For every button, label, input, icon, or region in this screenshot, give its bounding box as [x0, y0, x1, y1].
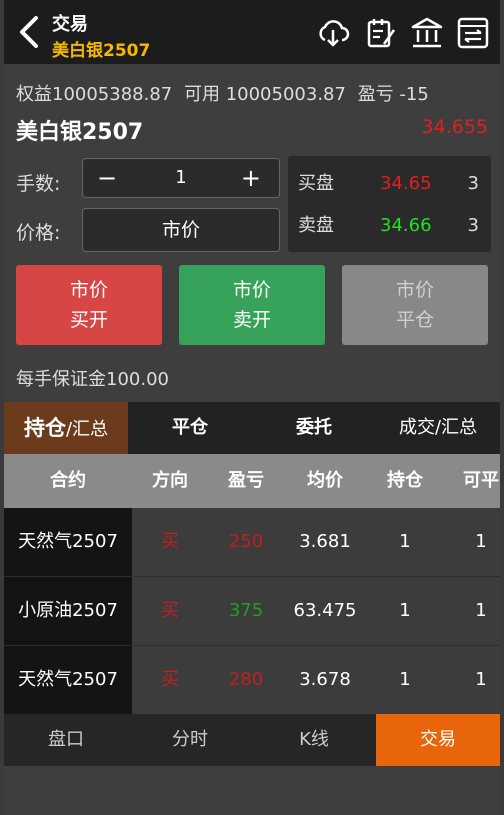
market-sell-open-button[interactable]: 市价 卖开: [179, 265, 325, 345]
transfer-list-icon[interactable]: [456, 16, 490, 50]
position-tabs: 持仓/汇总 平仓 委托 成交/汇总: [4, 402, 500, 456]
price-selector[interactable]: 市价: [82, 208, 280, 252]
row-direction: 买: [161, 600, 179, 621]
nav-kline[interactable]: K线: [252, 714, 376, 766]
ask-price: 34.66: [380, 215, 432, 236]
ask-label: 卖盘: [298, 215, 334, 236]
row-contract: 天然气2507: [4, 508, 132, 576]
sell-line1: 市价: [232, 279, 271, 301]
price-label: 价格:: [16, 222, 61, 244]
pnl-text: 盈亏 -15: [357, 84, 429, 105]
app-frame: 交易 美白银2507 权益10005388.87 可用 10005003.87 …: [4, 0, 500, 815]
row-closable: 1: [475, 600, 487, 621]
bid-qty: 3: [467, 173, 479, 194]
ask-qty: 3: [467, 215, 479, 236]
table-row[interactable]: 天然气2507 买 250 3.681 1 1: [4, 508, 500, 577]
col-closable: 可平: [463, 470, 499, 491]
last-price: 34.655: [421, 116, 488, 138]
tab-trades[interactable]: 成交/汇总: [376, 402, 500, 454]
market-buy-open-button[interactable]: 市价 买开: [16, 265, 162, 345]
col-position: 持仓: [387, 470, 423, 491]
qty-plus-button[interactable]: +: [241, 159, 261, 197]
row-pnl: 375: [228, 600, 264, 621]
ask-row: 卖盘 34.66 3: [288, 206, 491, 246]
row-contract: 天然气2507: [4, 646, 132, 714]
nav-quote[interactable]: 盘口: [4, 714, 128, 766]
equity-text: 权益10005388.87: [16, 84, 173, 105]
account-summary: 权益10005388.87 可用 10005003.87 盈亏 -15: [16, 80, 435, 106]
row-closable: 1: [475, 531, 487, 552]
table-row[interactable]: 天然气2507 买 280 3.678 1 1: [4, 646, 500, 715]
row-direction: 买: [161, 531, 179, 552]
contract-name: 美白银2507: [16, 120, 144, 145]
row-position: 1: [399, 669, 411, 690]
tab-positions-main: 持仓: [23, 416, 66, 440]
buy-line2: 买开: [69, 309, 108, 331]
cloud-download-icon[interactable]: [316, 16, 350, 50]
col-direction: 方向: [152, 470, 188, 491]
order-book: 买盘 34.65 3 卖盘 34.66 3: [288, 156, 491, 252]
bid-price: 34.65: [380, 173, 432, 194]
bid-label: 买盘: [298, 173, 334, 194]
page-title: 交易: [52, 14, 88, 35]
bid-row: 买盘 34.65 3: [288, 164, 491, 204]
tab-positions[interactable]: 持仓/汇总: [4, 402, 128, 456]
contract-subtitle: 美白银2507: [52, 41, 151, 61]
header-bar: 交易 美白银2507: [4, 0, 500, 64]
close-line1: 市价: [395, 279, 434, 301]
edit-document-icon[interactable]: [364, 16, 398, 50]
market-close-button[interactable]: 市价 平仓: [342, 265, 488, 345]
margin-per-lot: 每手保证金100.00: [16, 369, 169, 390]
row-position: 1: [399, 600, 411, 621]
row-avg-price: 63.475: [293, 600, 357, 621]
row-position: 1: [399, 531, 411, 552]
col-avg-price: 均价: [307, 470, 343, 491]
sell-line2: 卖开: [232, 309, 271, 331]
close-line2: 平仓: [395, 309, 434, 331]
bank-icon[interactable]: [410, 16, 444, 50]
row-contract: 小原油2507: [4, 577, 132, 645]
col-contract: 合约: [50, 470, 86, 491]
tab-orders[interactable]: 委托: [252, 402, 376, 454]
qty-label: 手数:: [16, 173, 61, 195]
row-avg-price: 3.678: [299, 669, 351, 690]
back-arrow-icon[interactable]: [16, 14, 44, 50]
row-pnl: 280: [228, 669, 264, 690]
qty-minus-button[interactable]: −: [97, 159, 117, 197]
table-row[interactable]: 小原油2507 买 375 63.475 1 1: [4, 577, 500, 646]
buy-line1: 市价: [69, 279, 108, 301]
tab-close[interactable]: 平仓: [128, 402, 252, 454]
nav-timeshare[interactable]: 分时: [128, 714, 252, 766]
bottom-nav: 盘口 分时 K线 交易: [4, 714, 500, 766]
row-closable: 1: [475, 669, 487, 690]
col-pnl: 盈亏: [228, 470, 264, 491]
row-direction: 买: [161, 669, 179, 690]
available-text: 可用 10005003.87: [183, 84, 346, 105]
tab-positions-sub: /汇总: [65, 419, 109, 440]
table-header: 合约 方向 盈亏 均价 持仓 可平: [4, 454, 500, 508]
row-pnl: 250: [228, 531, 264, 552]
row-avg-price: 3.681: [299, 531, 351, 552]
nav-trade[interactable]: 交易: [376, 714, 500, 766]
quantity-stepper: 1 − +: [82, 158, 280, 198]
